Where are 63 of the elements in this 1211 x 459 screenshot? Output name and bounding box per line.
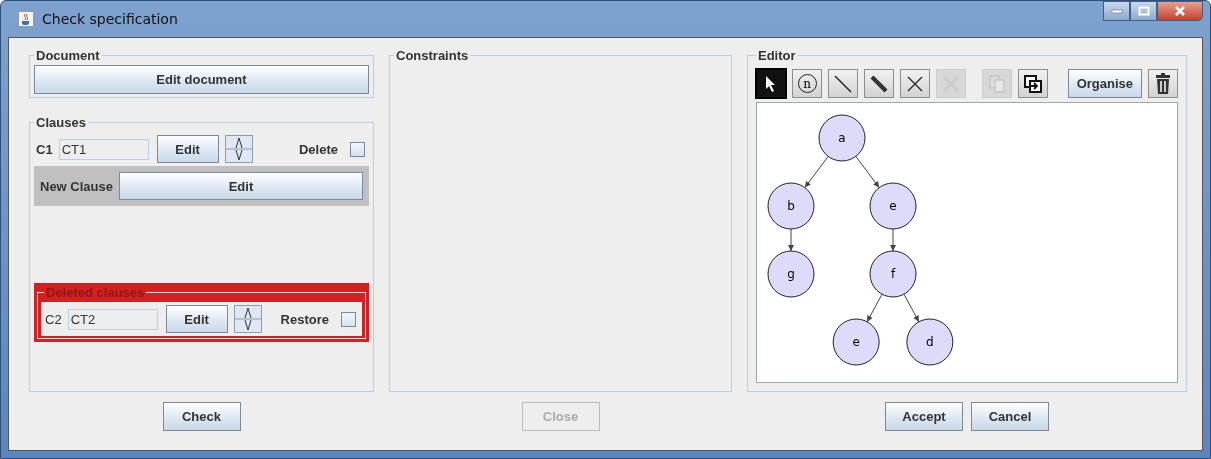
group-title: Editor [757,48,797,63]
group-title: Clauses [35,115,87,130]
close-button[interactable] [1157,1,1203,21]
edge-arrow [855,155,880,189]
check-button[interactable]: Check [162,401,241,431]
delete-label: Delete [298,141,338,157]
maximize-button[interactable] [1130,1,1157,21]
organise-button[interactable]: Organise [1067,69,1142,98]
edge-arrow [866,293,883,323]
double-line-tool[interactable] [864,69,894,98]
up-down-icon[interactable] [233,305,262,333]
coffee-cup-icon [18,11,34,27]
edit-button[interactable]: Edit [119,172,363,200]
maximize-icon [1137,6,1150,16]
group-title: Document [35,48,101,63]
cross-tool[interactable] [900,69,930,98]
dialog-button[interactable]: Cancel [971,401,1049,431]
copy-icon [987,73,1007,94]
node-label: d [926,335,934,349]
paste-icon [1023,73,1043,94]
minimize-icon [1110,8,1123,14]
restore-label: Restore [280,311,329,327]
graph-node[interactable] [869,250,917,298]
paste-tool[interactable] [1018,69,1048,98]
edge-arrow [804,155,829,189]
close-icon [1174,6,1186,16]
clause-name-field[interactable]: CT2 [67,308,158,330]
edit-button[interactable]: Edit [165,305,228,333]
pointer-tool[interactable] [756,69,786,98]
node-tool[interactable]: n [792,69,822,98]
double-line-icon [869,73,889,94]
window-title: Check specification [42,11,178,27]
clause-name-field[interactable]: CT1 [58,138,149,160]
line-icon [833,73,853,94]
edge-arrow [890,228,896,252]
group-title: Constraints [395,48,470,63]
clause-id: C1 [36,141,53,157]
graph-node[interactable] [767,250,815,298]
group-title: Deleted clauses [45,285,146,300]
new-clause-label: New Clause [40,178,113,194]
node-label: g [787,267,795,281]
dialog-button[interactable]: Accept [885,401,963,431]
graph-node[interactable] [906,318,954,366]
graph-node[interactable] [818,114,866,162]
graph-node[interactable] [767,182,815,230]
node-label: e [852,335,860,349]
node-label: e [889,199,897,213]
node-label: b [787,199,795,213]
minimize-button[interactable] [1103,1,1130,21]
clause-id: C2 [45,311,62,327]
trash-icon[interactable] [1148,69,1178,98]
edit-document-button[interactable]: Edit document [34,65,369,94]
line-tool[interactable] [828,69,858,98]
checkbox[interactable] [341,311,356,327]
node-label: a [838,131,846,145]
checkbox[interactable] [350,141,365,157]
edge-arrow [788,228,794,252]
edge-arrow [903,293,920,323]
graph-node[interactable] [832,318,880,366]
graph-node[interactable] [869,182,917,230]
edit-button[interactable]: Edit [156,135,219,163]
up-down-icon[interactable] [224,135,253,163]
node-label: f [890,267,896,281]
